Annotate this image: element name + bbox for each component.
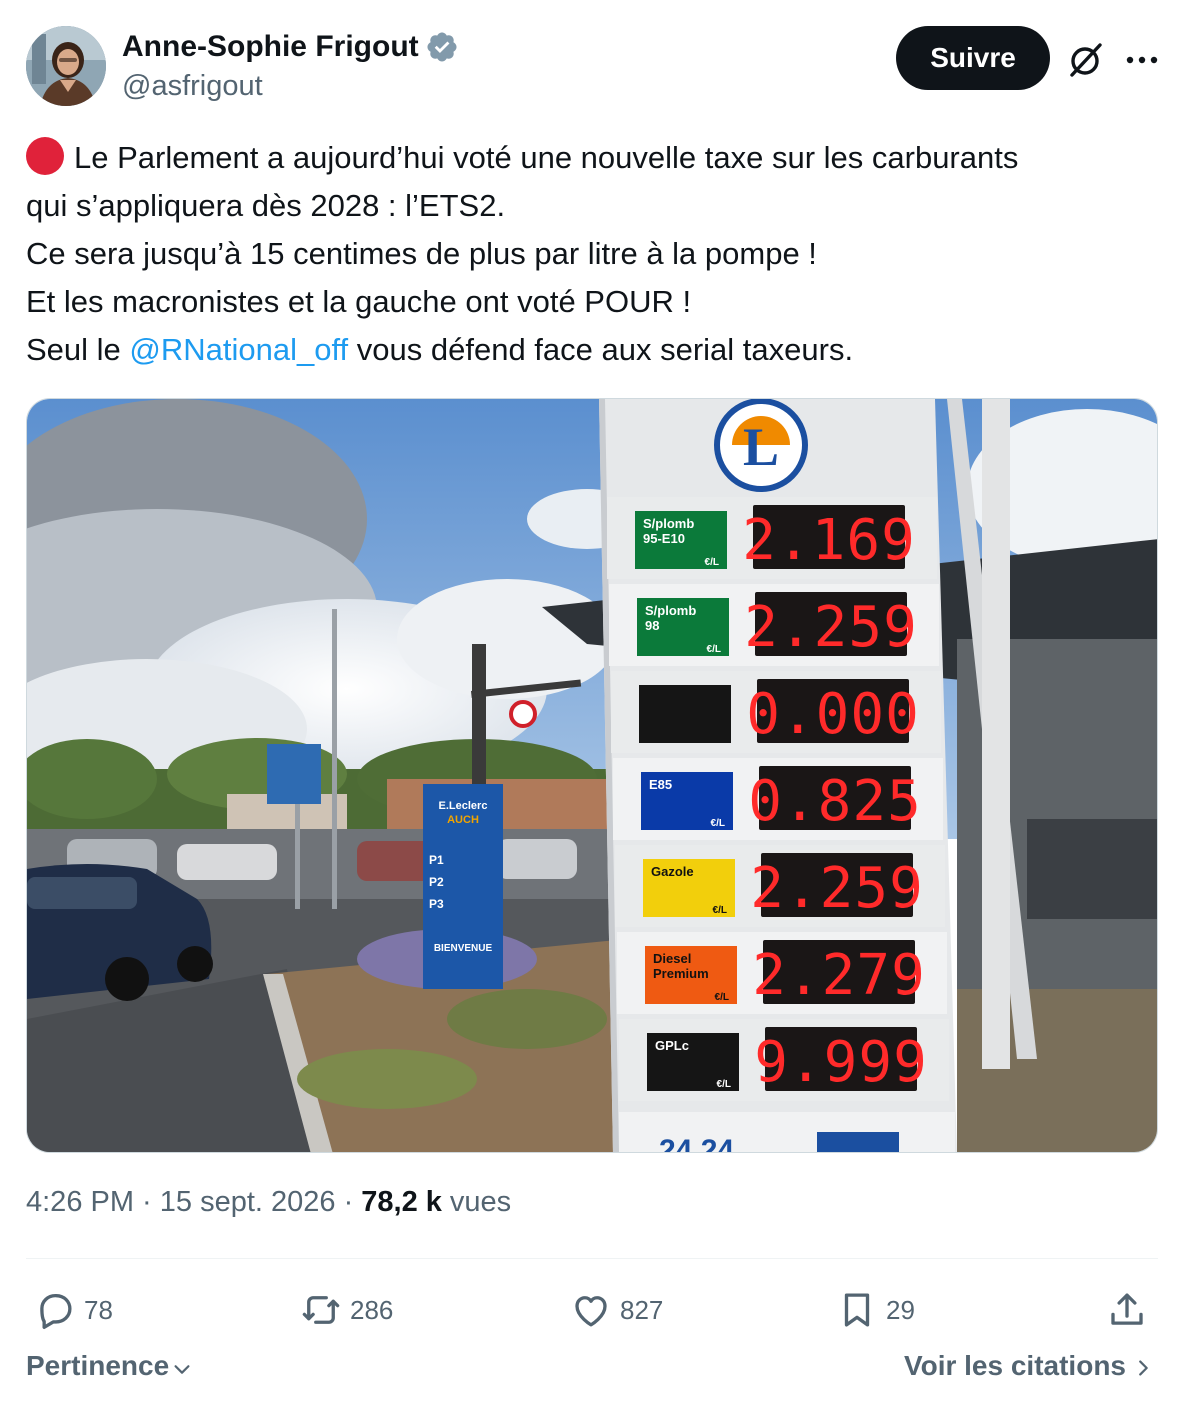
share-icon [1111, 1293, 1143, 1325]
name-row: Anne-Sophie Frigout [122, 30, 459, 64]
tweet-line-5-suffix: vous défend face aux serial taxeurs. [348, 332, 854, 367]
reply-count: 78 [84, 1294, 113, 1325]
repost-count: 286 [350, 1294, 394, 1325]
sort-dropdown[interactable]: Pertinence [26, 1350, 193, 1382]
share-button[interactable] [1106, 1282, 1156, 1338]
tweet-line-5-prefix: Seul le [26, 332, 130, 367]
repost-icon [302, 1296, 340, 1324]
chevron-right-icon [1139, 1360, 1148, 1376]
avatar[interactable] [26, 26, 106, 106]
like-count: 827 [620, 1294, 664, 1325]
tweet-header: Anne-Sophie Frigout @asfrigout Suivre [26, 26, 1162, 106]
fuel-label-line2: Premium [653, 966, 709, 981]
fuel-label-line2: 98 [645, 618, 659, 633]
fuel-label-line1: E85 [649, 777, 672, 792]
fuel-price-display: 0.000 [746, 682, 920, 747]
tweet-line-1-text: Le Parlement a aujourd’hui voté une nouv… [74, 140, 1019, 175]
tweet-line-1: Le Parlement a aujourd’hui voté une nouv… [26, 134, 1166, 182]
tweet-line-2: qui s’appliquera dès 2028 : l’ETS2. [26, 188, 506, 223]
heart-icon [575, 1296, 607, 1327]
follow-button[interactable]: Suivre [896, 26, 1050, 90]
fuel-price-display: 2.259 [750, 856, 924, 921]
views-label: vues [449, 1186, 512, 1218]
store-sign-welcome: BIENVENUE [434, 943, 493, 954]
store-sign-line1: E.Leclerc [439, 800, 488, 812]
reply-button[interactable]: 78 [34, 1282, 113, 1338]
tweet-meta: 4:26 PM · 15 sept. 2026 · 78,2 k vues [26, 1186, 511, 1219]
sort-label: Pertinence [26, 1350, 170, 1381]
replies-toolbar: Pertinence Voir les citations [26, 1350, 1158, 1394]
store-sign-p2: P2 [429, 875, 444, 889]
fuel-unit-label: €/L [713, 905, 727, 916]
view-quotes-label: Voir les citations [904, 1350, 1126, 1381]
reply-icon [40, 1293, 72, 1329]
avatar-image [26, 26, 106, 106]
more-icon[interactable] [1122, 40, 1162, 80]
fuel-label-line1: S/plomb [643, 516, 694, 531]
verified-badge-icon [427, 32, 457, 62]
bookmark-button[interactable]: 29 [836, 1282, 915, 1338]
action-bar: 78 286 827 29 [26, 1282, 1158, 1338]
display-name[interactable]: Anne-Sophie Frigout [122, 30, 419, 64]
fuel-price-display: 2.169 [742, 508, 916, 573]
fuel-label-line1: Diesel [653, 951, 691, 966]
divider [26, 1258, 1158, 1259]
chevron-down-icon [174, 1365, 190, 1374]
fuel-label-line2: 95-E10 [643, 531, 685, 546]
view-quotes-link[interactable]: Voir les citations [904, 1350, 1154, 1382]
tweet-text: Le Parlement a aujourd’hui voté une nouv… [26, 134, 1166, 374]
fuel-label-line1: S/plomb [645, 603, 696, 618]
fuel-price-display: 2.259 [744, 595, 918, 660]
fuel-unit-label: €/L [717, 1079, 731, 1090]
views-count: 78,2 k [361, 1186, 442, 1218]
fuel-label-line1: GPLc [655, 1038, 689, 1053]
tweet-line-3: Ce sera jusqu’à 15 centimes de plus par … [26, 236, 817, 271]
fuel-unit-label: €/L [715, 992, 729, 1003]
bottom-sign-box [817, 1132, 899, 1152]
fuel-label-panel [639, 685, 731, 743]
tweet-line-5: Seul le @RNational_off vous défend face … [26, 326, 1166, 374]
fuel-price-display: 0.825 [748, 769, 922, 834]
bookmark-count: 29 [886, 1294, 915, 1325]
bottom-sign-text: 24 24 [659, 1134, 734, 1153]
price-board: LS/plomb95-E10€/L 2.169S/plomb98€/L 2.2590… [599, 399, 957, 1153]
tweet-line-4: Et les macronistes et la gauche ont voté… [26, 284, 692, 319]
red-circle-emoji-icon [26, 137, 64, 175]
fuel-label-line1: Gazole [651, 864, 694, 879]
fuel-unit-label: €/L [705, 557, 719, 568]
grok-icon[interactable] [1066, 40, 1106, 80]
like-button[interactable]: 827 [570, 1282, 663, 1338]
fuel-price-display: 2.279 [752, 943, 926, 1008]
store-sign-p1: P1 [429, 853, 444, 867]
fuel-unit-label: €/L [711, 818, 725, 829]
repost-button[interactable]: 286 [300, 1282, 393, 1338]
bookmark-icon [844, 1293, 870, 1327]
fuel-unit-label: €/L [707, 644, 721, 655]
store-sign-p3: P3 [429, 897, 444, 911]
timestamp[interactable]: 4:26 PM · 15 sept. 2026 · [26, 1186, 353, 1219]
store-sign-line2: AUCH [447, 814, 479, 826]
mention-link[interactable]: @RNational_off [129, 332, 348, 367]
fuel-price-display: 9.999 [754, 1030, 928, 1095]
user-handle[interactable]: @asfrigout [122, 70, 263, 103]
leclerc-logo-letter: L [743, 417, 779, 477]
gas-station-photo: E.Leclerc AUCH P1 P2 P3 BIENVENUE L S/plo… [27, 399, 1157, 1153]
tweet-media[interactable]: E.Leclerc AUCH P1 P2 P3 BIENVENUE L S/plo… [26, 398, 1158, 1153]
